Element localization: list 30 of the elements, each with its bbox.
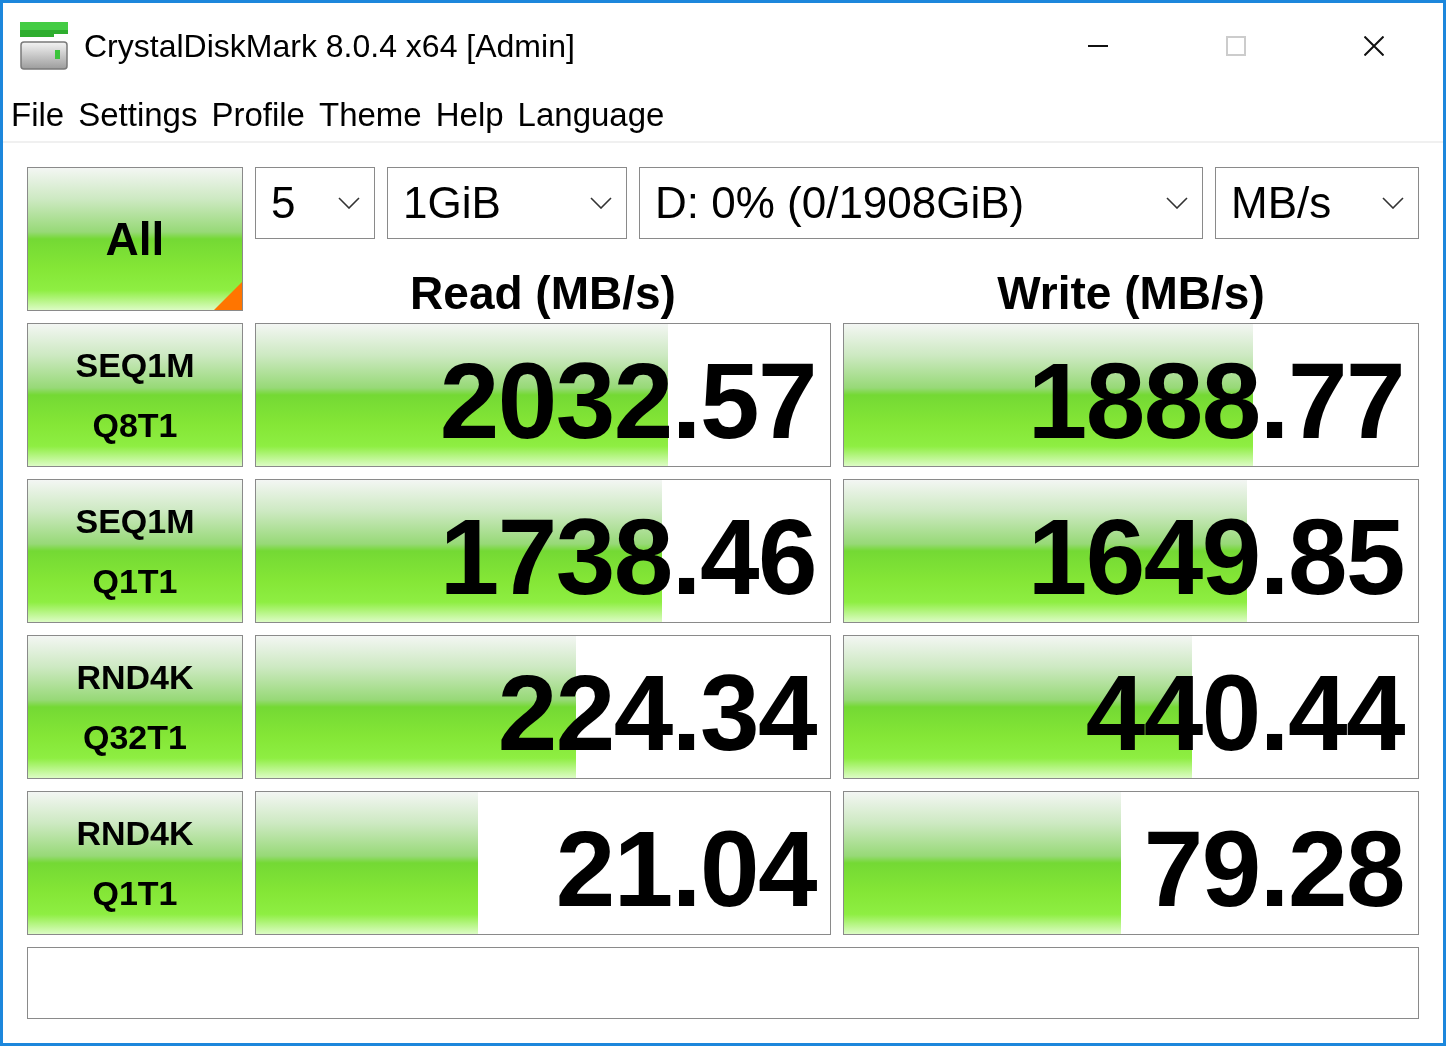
- minimize-icon: [1088, 44, 1108, 47]
- dropdown[interactable]: D: 0% (0/1908GiB): [639, 167, 1203, 239]
- test-button[interactable]: SEQ1M Q1T1: [27, 479, 243, 623]
- menu-item[interactable]: Language: [517, 98, 665, 131]
- dropdown[interactable]: 5: [255, 167, 375, 239]
- result-value: 21.04: [555, 815, 816, 923]
- menu-item[interactable]: Settings: [78, 98, 198, 131]
- chevron-down-icon: [1166, 197, 1188, 209]
- dropdown[interactable]: MB/s: [1215, 167, 1419, 239]
- window-title: CrystalDiskMark 8.0.4 x64 [Admin]: [84, 26, 575, 66]
- test-button[interactable]: RND4K Q1T1: [27, 791, 243, 935]
- chevron-down-icon: [1382, 197, 1404, 209]
- maximize-icon: [1226, 35, 1246, 56]
- all-button[interactable]: All: [27, 167, 243, 311]
- menu-item[interactable]: Theme: [319, 98, 422, 131]
- corner-marker-icon: [214, 282, 242, 310]
- chevron-down-icon: [590, 197, 612, 209]
- close-icon: [1364, 35, 1384, 56]
- drive-icon: [20, 21, 68, 70]
- test-button[interactable]: SEQ1M Q8T1: [27, 323, 243, 467]
- chevron-down-icon: [338, 197, 360, 209]
- menu-item[interactable]: Help: [435, 98, 504, 131]
- menu-item[interactable]: File: [11, 98, 65, 131]
- menu-item[interactable]: Profile: [211, 98, 305, 131]
- comment-field[interactable]: [27, 947, 1419, 1019]
- result-value: 79.28: [1143, 815, 1404, 923]
- result-value: 224.34: [497, 659, 816, 767]
- dropdown[interactable]: 1GiB: [387, 167, 627, 239]
- result-value: 440.44: [1085, 659, 1404, 767]
- test-button[interactable]: RND4K Q32T1: [27, 635, 243, 779]
